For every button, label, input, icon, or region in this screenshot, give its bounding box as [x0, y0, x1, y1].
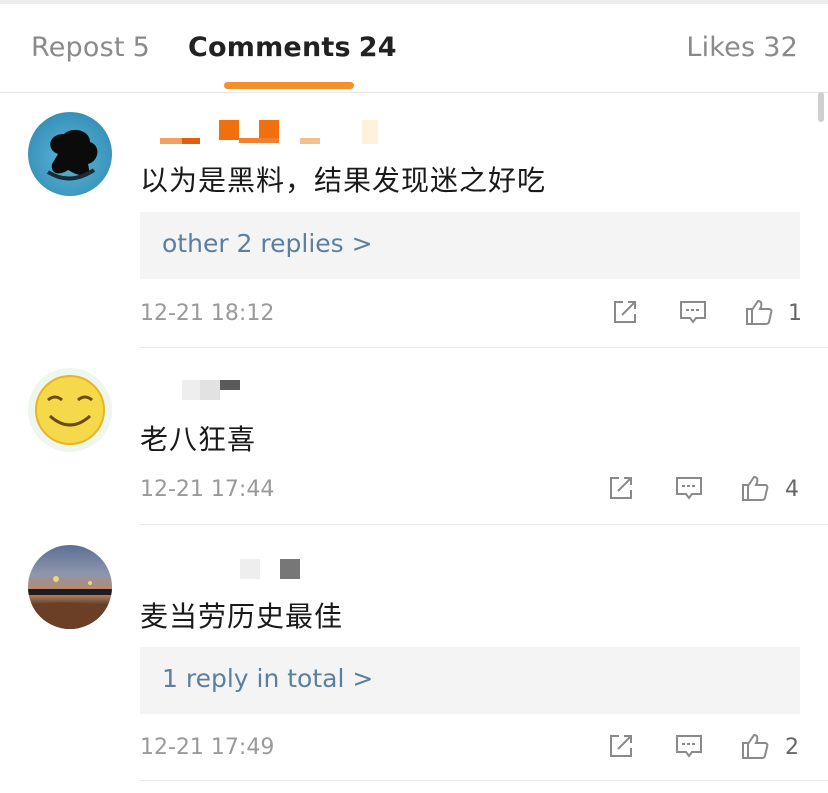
avatar[interactable]: [28, 368, 112, 452]
active-tab-indicator: [224, 82, 354, 89]
like-count: 2: [785, 735, 799, 760]
timestamp: 12-21 18:12: [140, 301, 275, 326]
replies-label: 1 reply in total >: [162, 664, 374, 693]
tab-bar: Repost 5 Comments 24 Likes 32: [0, 4, 828, 93]
comment-item: 麦当劳历史最佳 1 reply in total > 12-21 17:49 2: [0, 525, 828, 785]
repost-icon[interactable]: [606, 473, 640, 507]
tab-likes[interactable]: Likes 32: [686, 32, 798, 63]
comment-text: 麦当劳历史最佳: [140, 600, 344, 633]
comment-bubble-icon[interactable]: [678, 297, 712, 331]
comment-text: 以为是黑料，结果发现迷之好吃: [140, 164, 547, 197]
tab-repost[interactable]: Repost 5: [31, 32, 150, 63]
tab-repost-label: Repost: [31, 32, 125, 63]
tab-comments-count: 24: [358, 32, 397, 63]
comment-meta: 12-21 18:12 1: [140, 297, 802, 333]
replies-link[interactable]: 1 reply in total >: [140, 647, 800, 714]
thumbs-up-icon[interactable]: [744, 297, 778, 331]
thumbs-up-icon[interactable]: [740, 473, 774, 507]
username-redacted[interactable]: [140, 118, 400, 148]
like-count: 4: [785, 477, 799, 502]
comment-meta: 12-21 17:49 2: [140, 731, 800, 767]
repost-icon[interactable]: [606, 731, 640, 765]
divider: [140, 780, 828, 781]
avatar[interactable]: [28, 112, 112, 196]
comment-bubble-icon[interactable]: [674, 473, 708, 507]
timestamp: 12-21 17:49: [140, 735, 275, 760]
comment-item: 老八狂喜 12-21 17:44 4: [0, 348, 828, 525]
tab-repost-count: 5: [132, 32, 151, 63]
tab-likes-count: 32: [763, 32, 798, 63]
tab-likes-label: Likes: [686, 32, 756, 63]
tab-comments[interactable]: Comments 24: [188, 32, 397, 63]
comment-meta: 12-21 17:44 4: [140, 473, 800, 509]
like-count: 1: [788, 301, 802, 326]
replies-label: other 2 replies >: [162, 229, 373, 258]
comment-bubble-icon[interactable]: [674, 731, 708, 765]
username-redacted[interactable]: [140, 557, 400, 587]
comment-text: 老八狂喜: [140, 423, 257, 456]
username-redacted[interactable]: [140, 376, 400, 406]
comment-item: 以为是黑料，结果发现迷之好吃 other 2 replies > 12-21 1…: [0, 92, 828, 348]
repost-icon[interactable]: [610, 297, 644, 331]
tab-comments-label: Comments: [188, 32, 351, 63]
timestamp: 12-21 17:44: [140, 477, 275, 502]
avatar[interactable]: [28, 545, 112, 629]
thumbs-up-icon[interactable]: [740, 731, 774, 765]
replies-link[interactable]: other 2 replies >: [140, 212, 800, 279]
